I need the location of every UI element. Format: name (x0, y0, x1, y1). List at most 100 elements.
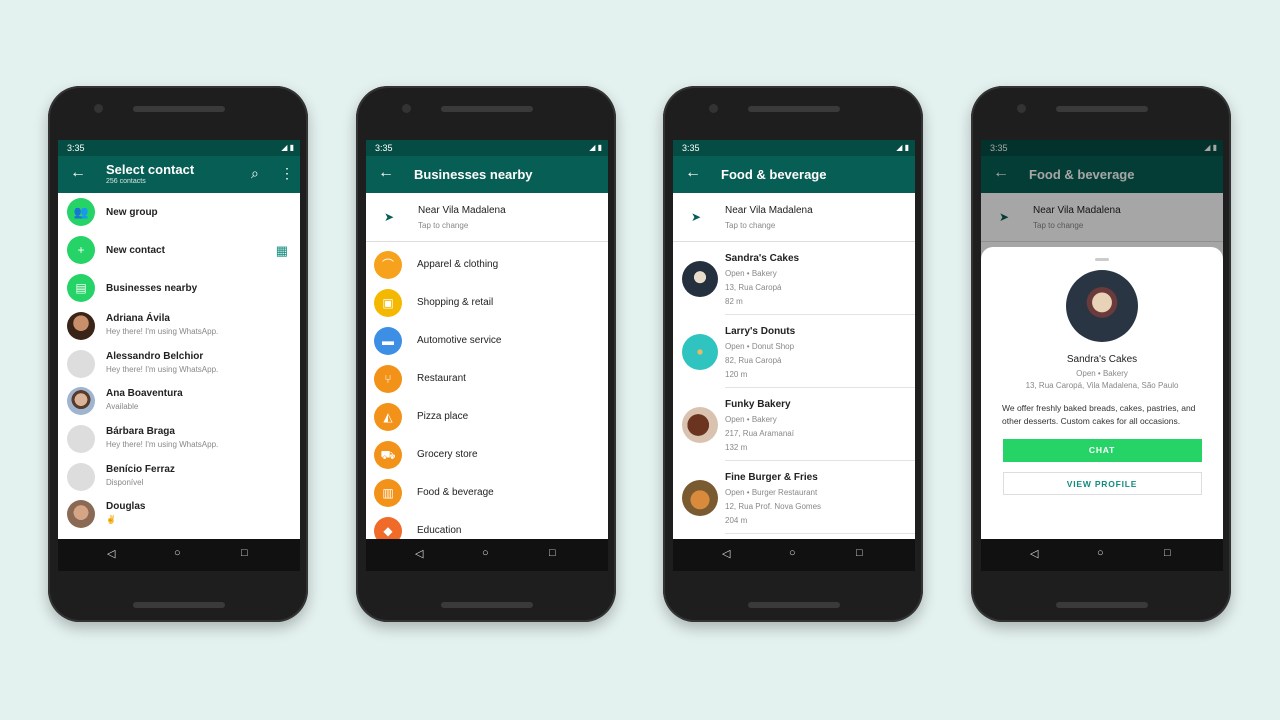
business-type: Open • Donut Shop (725, 342, 795, 351)
camera (94, 104, 103, 113)
nav-home-icon[interactable]: ○ (1097, 547, 1104, 559)
category-label: Restaurant (417, 373, 466, 384)
location-selector[interactable]: ➤ Near Vila Madalena Tap to change (673, 193, 915, 242)
camera (709, 104, 718, 113)
app-header: ← Food & beverage (673, 156, 915, 193)
android-nav-bar: ◁ ○ □ (58, 539, 300, 571)
business-item[interactable]: Fine Burger & Fries Open • Burger Restaur… (673, 461, 915, 534)
nav-recents-icon[interactable]: □ (1164, 547, 1171, 559)
drag-handle[interactable] (1095, 258, 1109, 261)
category-label: Food & beverage (417, 487, 494, 498)
action-item[interactable]: ▤ Businesses nearby (58, 269, 300, 307)
car-icon: ▬ (374, 327, 402, 355)
category-item[interactable]: ⛟ Grocery store (366, 436, 608, 474)
phone-screen: 3:35 ◢ ▮ ← Select contact 256 contacts ⌕ ⋮ 👥 New… (58, 140, 300, 571)
category-label: Grocery store (417, 449, 478, 460)
nav-home-icon[interactable]: ○ (174, 547, 181, 559)
nav-recents-icon[interactable]: □ (241, 547, 248, 559)
location-selector[interactable]: ➤ Near Vila Madalena Tap to change (366, 193, 608, 242)
back-arrow-icon[interactable]: ← (70, 164, 86, 182)
action-item[interactable]: + New contact ▦ (58, 231, 300, 269)
business-distance: 82 m (725, 297, 743, 306)
nav-recents-icon[interactable]: □ (549, 547, 556, 559)
speaker-bottom (1056, 602, 1148, 608)
category-item[interactable]: ◭ Pizza place (366, 398, 608, 436)
header-title: Businesses nearby (414, 167, 533, 182)
nav-recents-icon[interactable]: □ (856, 547, 863, 559)
app-header: ← Select contact 256 contacts ⌕ ⋮ (58, 156, 300, 193)
android-nav-bar: ◁ ○ □ (673, 539, 915, 571)
profile-description: We offer freshly baked breads, cakes, pa… (1002, 403, 1196, 426)
nav-back-icon[interactable]: ◁ (107, 547, 115, 560)
profile-type: Open • Bakery (1076, 369, 1128, 378)
contact-item[interactable]: Alessandro Belchior Hey there! I'm using … (58, 345, 300, 383)
action-item[interactable]: 👥 New group (58, 193, 300, 231)
category-item[interactable]: ⌒ Apparel & clothing (366, 246, 608, 284)
nav-back-icon[interactable]: ◁ (722, 547, 730, 560)
business-name: Funky Bakery (725, 399, 791, 410)
contact-item[interactable]: Douglas ✌ (58, 495, 300, 533)
nav-back-icon[interactable]: ◁ (1030, 547, 1038, 560)
action-label: New group (106, 207, 158, 218)
category-item[interactable]: ▣ Shopping & retail (366, 284, 608, 322)
speaker (441, 106, 533, 112)
nav-home-icon[interactable]: ○ (482, 547, 489, 559)
signal-battery-icon: ◢ ▮ (589, 143, 602, 152)
business-photo (682, 334, 718, 370)
contact-name: Ana Boaventura (106, 388, 183, 400)
profile-name: Sandra's Cakes (1066, 354, 1138, 365)
business-type: Open • Bakery (725, 415, 777, 424)
add-person-icon: + (67, 236, 95, 264)
phone-4: 3:35 ◢ ▮ ← Food & beverage ➤ Near Vila Madale… (971, 86, 1231, 622)
nav-back-icon[interactable]: ◁ (415, 547, 423, 560)
contact-name: Bárbara Braga (106, 426, 175, 438)
shopping-bag-icon: ▣ (374, 289, 402, 317)
category-item[interactable]: ⑂ Restaurant (366, 360, 608, 398)
nav-home-icon[interactable]: ○ (789, 547, 796, 559)
contact-item[interactable]: Ana Boaventura Available (58, 382, 300, 420)
qr-code-icon[interactable]: ▦ (276, 243, 288, 259)
speaker-bottom (133, 602, 225, 608)
cart-icon: ⛟ (374, 441, 402, 469)
location-arrow-icon: ➤ (384, 210, 395, 224)
business-type: Open • Bakery (725, 269, 777, 278)
header-subtitle: 256 contacts (106, 178, 146, 185)
contact-name: Douglas (106, 501, 146, 513)
android-nav-bar: ◁ ○ □ (981, 539, 1223, 571)
business-address: 12, Rua Prof. Nova Gomes (725, 502, 822, 511)
speaker (133, 106, 225, 112)
business-item[interactable]: Funky Bakery Open • Bakery 217, Rua Araman… (673, 388, 915, 461)
business-address: 13, Rua Caropá (725, 283, 782, 292)
back-arrow-icon[interactable]: ← (685, 164, 701, 182)
business-profile-sheet: Sandra's Cakes Open • Bakery 13, Rua Carop… (981, 247, 1223, 539)
business-item[interactable]: Sandra's Cakes Open • Bakery 13, Rua Carop… (673, 242, 915, 315)
category-item[interactable]: ▥ Food & beverage (366, 474, 608, 512)
contact-name: Benício Ferraz (106, 463, 175, 475)
back-arrow-icon[interactable]: ← (378, 164, 394, 182)
contact-item[interactable]: Adriana Ávila Hey there! I'm using WhatsA… (58, 307, 300, 345)
contact-status: Hey there! I'm using WhatsApp. (106, 440, 219, 450)
android-nav-bar: ◁ ○ □ (366, 539, 608, 571)
business-distance: 120 m (725, 370, 748, 379)
contact-name: Alessandro Belchior (106, 350, 204, 362)
phone-screen: 3:35 ◢ ▮ ← Food & beverage ➤ Near Vila Madale… (673, 140, 915, 571)
speaker-bottom (748, 602, 840, 608)
business-item[interactable]: Larry's Donuts Open • Donut Shop 82, Rua C… (673, 315, 915, 388)
view-profile-button[interactable]: VIEW PROFILE (1002, 472, 1202, 495)
search-icon[interactable]: ⌕ (251, 165, 259, 182)
store-icon: ▤ (67, 274, 95, 302)
chat-button[interactable]: CHAT (1002, 439, 1202, 462)
business-name: Fine Burger & Fries (725, 472, 818, 483)
contact-item[interactable]: Bárbara Braga Hey there! I'm using WhatsA… (58, 420, 300, 458)
more-options-icon[interactable]: ⋮ (280, 165, 294, 182)
business-photo (682, 480, 718, 516)
speaker-bottom (441, 602, 533, 608)
avatar (67, 500, 95, 529)
contact-item[interactable]: Benício Ferraz Disponível (58, 458, 300, 496)
status-bar: 3:35 ◢ ▮ (58, 140, 300, 156)
contact-status: Disponível (106, 477, 144, 487)
category-item[interactable]: ▬ Automotive service (366, 322, 608, 360)
category-label: Automotive service (417, 335, 502, 346)
speaker (748, 106, 840, 112)
avatar (67, 349, 95, 378)
